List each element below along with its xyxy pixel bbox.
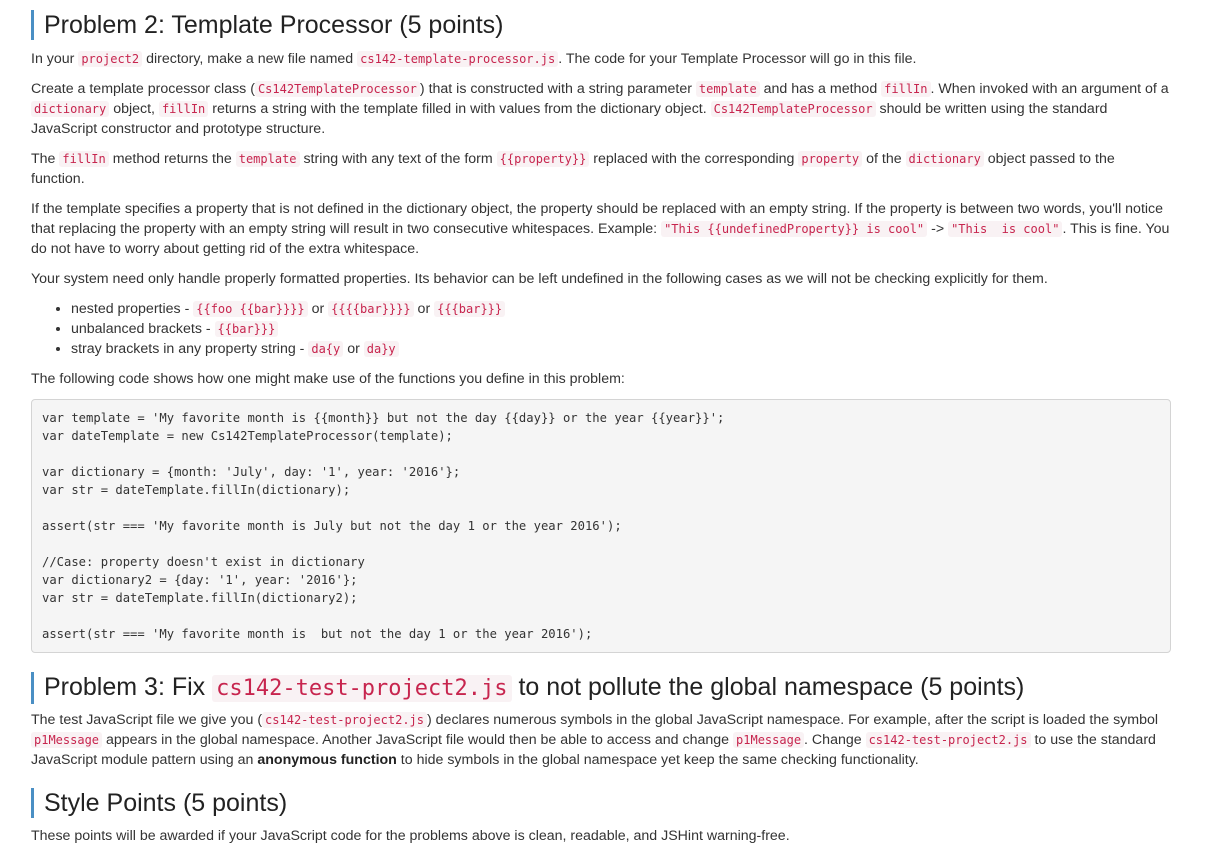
inline-code: project2 — [78, 51, 143, 67]
inline-code: {{property}} — [496, 151, 590, 167]
problem2-undefined-property: If the template specifies a property tha… — [31, 201, 1170, 257]
list-item: nested properties - {{foo {{bar}}}} or {… — [71, 299, 1171, 319]
inline-code: "This {{undefinedProperty}} is cool" — [661, 221, 928, 237]
inline-code: {{{{bar}}}} — [328, 301, 414, 317]
problem2-intro: In your project2 directory, make a new f… — [31, 51, 917, 67]
inline-code: fillIn — [881, 81, 931, 97]
list-item: stray brackets in any property string - … — [71, 339, 1171, 359]
problem2-code-intro: The following code shows how one might m… — [31, 371, 625, 387]
inline-code: Cs142TemplateProcessor — [710, 101, 876, 117]
problem3-heading: Problem 3: Fix cs142-test-project2.js to… — [31, 672, 1024, 704]
inline-code: dictionary — [31, 101, 110, 117]
problem2-formatting-note: Your system need only handle properly fo… — [31, 271, 1048, 287]
problem2-class-description: Create a template processor class (Cs142… — [31, 81, 1169, 137]
inline-code: Cs142TemplateProcessor — [254, 81, 420, 97]
undefined-cases-list: nested properties - {{foo {{bar}}}} or {… — [31, 299, 1171, 359]
list-item: unbalanced brackets - {{bar}}} — [71, 319, 1171, 339]
inline-code: {{foo {{bar}}}} — [193, 301, 308, 317]
style-points-description: These points will be awarded if your Jav… — [31, 828, 790, 844]
problem3-description: The test JavaScript file we give you (cs… — [31, 712, 1159, 768]
inline-code: cs142-template-processor.js — [357, 51, 559, 67]
inline-code: cs142-test-project2.js — [262, 712, 427, 728]
inline-code: dictionary — [905, 151, 984, 167]
inline-code: p1Message — [733, 732, 805, 748]
inline-code: property — [798, 151, 863, 167]
inline-code: fillIn — [158, 101, 209, 117]
inline-code: "This is cool" — [948, 221, 1063, 237]
problem2-fillin-description: The fillIn method returns the template s… — [31, 151, 1115, 187]
inline-code: template — [235, 151, 300, 167]
inline-code: cs142-test-project2.js — [865, 732, 1031, 748]
heading-code: cs142-test-project2.js — [212, 675, 512, 702]
style-points-heading: Style Points (5 points) — [31, 788, 287, 818]
code-example-block: var template = 'My favorite month is {{m… — [31, 399, 1171, 653]
inline-code: template — [695, 81, 760, 97]
inline-code: da{y — [308, 341, 344, 357]
problem2-heading: Problem 2: Template Processor (5 points) — [31, 10, 503, 40]
inline-code: {{bar}}} — [214, 321, 279, 337]
inline-code: {{{bar}}} — [434, 301, 506, 317]
inline-code: da}y — [363, 341, 399, 357]
inline-code: fillIn — [59, 151, 109, 167]
inline-code: p1Message — [31, 732, 103, 748]
